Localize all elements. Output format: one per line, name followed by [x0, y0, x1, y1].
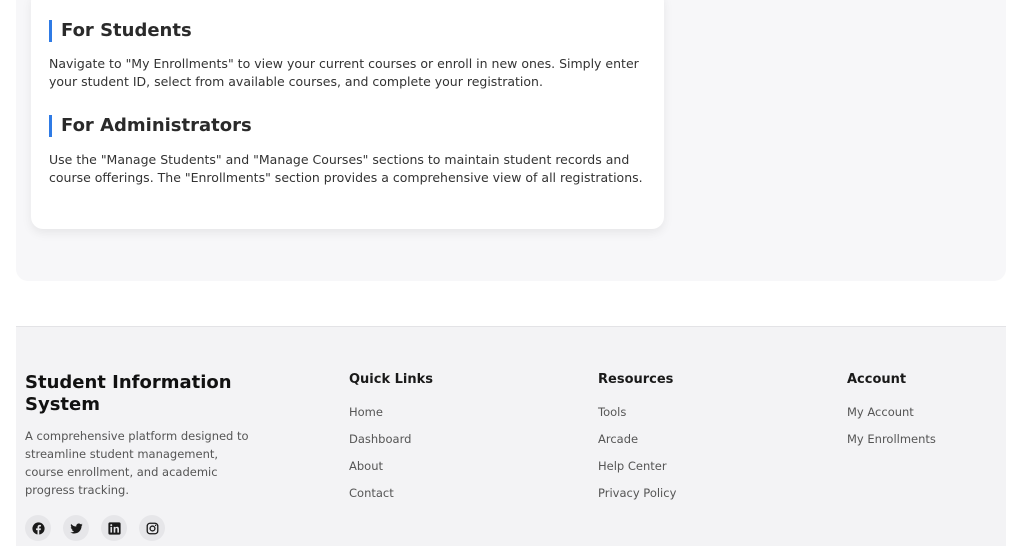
- quick-links-title: Quick Links: [349, 372, 434, 387]
- footer-brand-title: Student Information System: [25, 372, 232, 415]
- resources-column: Resources Tools Arcade Help Center Priva…: [598, 372, 676, 513]
- footer-link-help-center[interactable]: Help Center: [598, 459, 667, 473]
- administrators-heading: For Administrators: [49, 115, 252, 137]
- social-links: [25, 515, 165, 541]
- page: For Students Navigate to "My Enrollments…: [0, 0, 1024, 546]
- footer-link-privacy-policy[interactable]: Privacy Policy: [598, 486, 676, 500]
- administrators-text: Use the "Manage Students" and "Manage Co…: [49, 152, 643, 185]
- footer-link-my-account[interactable]: My Account: [847, 405, 914, 419]
- quick-links-column: Quick Links Home Dashboard About Contact: [349, 372, 433, 513]
- account-title: Account: [847, 372, 907, 387]
- footer-link-tools[interactable]: Tools: [598, 405, 626, 419]
- footer-link-contact[interactable]: Contact: [349, 486, 394, 500]
- footer-link-dashboard[interactable]: Dashboard: [349, 432, 411, 446]
- twitter-icon[interactable]: [63, 515, 89, 541]
- footer-link-about[interactable]: About: [349, 459, 383, 473]
- user-guide-card: For Students Navigate to "My Enrollments…: [31, 0, 664, 229]
- main-section: For Students Navigate to "My Enrollments…: [16, 0, 1006, 281]
- linkedin-icon[interactable]: [101, 515, 127, 541]
- account-column: Account My Account My Enrollments: [847, 372, 936, 459]
- footer-brand-description: A comprehensive platform designed to str…: [25, 429, 249, 497]
- facebook-icon[interactable]: [25, 515, 51, 541]
- students-text: Navigate to "My Enrollments" to view you…: [49, 56, 639, 89]
- footer-link-home[interactable]: Home: [349, 405, 383, 419]
- resources-title: Resources: [598, 372, 674, 387]
- footer: Student Information System A comprehensi…: [16, 326, 1006, 546]
- students-heading: For Students: [49, 20, 192, 42]
- footer-link-my-enrollments[interactable]: My Enrollments: [847, 432, 936, 446]
- instagram-icon[interactable]: [139, 515, 165, 541]
- footer-link-arcade[interactable]: Arcade: [598, 432, 638, 446]
